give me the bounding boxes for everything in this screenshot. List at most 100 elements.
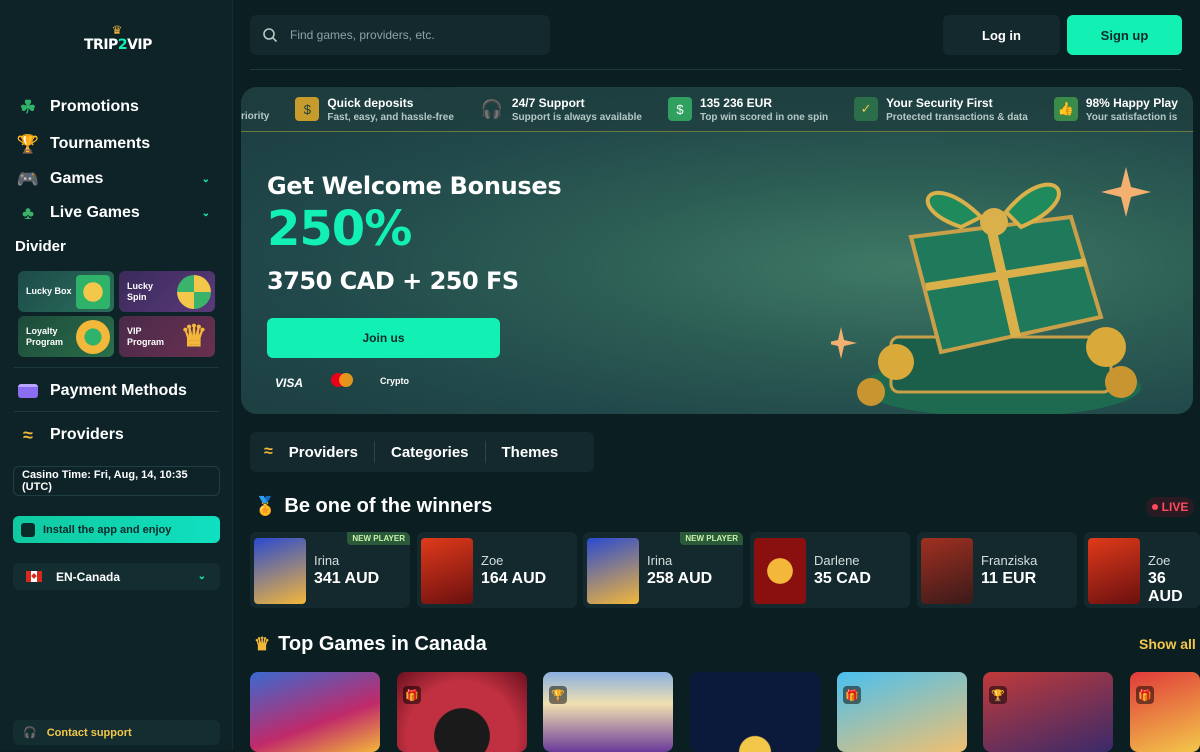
game-tile[interactable]	[690, 672, 820, 752]
sidebar-item-label: Live Games	[50, 204, 140, 221]
tab-providers[interactable]: Providers	[273, 441, 375, 463]
install-app-button[interactable]: Install the app and enjoy	[13, 516, 220, 543]
show-all-link[interactable]: Show all	[1139, 636, 1196, 652]
chevron-down-icon[interactable]: ⌄	[202, 208, 210, 219]
crown-icon: ♛	[254, 634, 271, 654]
ticker-title: 98% Happy Play	[1085, 95, 1178, 110]
winner-amount: 341 AUD	[314, 570, 380, 587]
ticker-title: 24/7 Support	[511, 95, 585, 110]
canada-flag-icon	[26, 571, 42, 582]
ticker-item: 👍 98% Happy Play Your satisfaction is	[1053, 95, 1178, 123]
game-thumbnail	[587, 538, 639, 604]
sidebar-item-payment-methods[interactable]: Payment Methods	[16, 379, 216, 403]
chevron-down-icon: ⌄	[197, 571, 206, 582]
game-tile[interactable]: 🏆	[983, 672, 1113, 752]
banner-title: Get Welcome Bonuses	[267, 172, 562, 200]
winner-card[interactable]: Zoe 164 AUD	[417, 532, 577, 608]
sidebar-item-tournaments[interactable]: 🏆 Tournaments	[16, 132, 216, 156]
providers-icon: ≈	[264, 443, 273, 460]
welcome-banner: riority $ Quick deposits Fast, easy, and …	[241, 87, 1193, 414]
search-bar[interactable]: Find games, providers, etc.	[250, 15, 550, 55]
winner-amount: 36 AUD	[1148, 570, 1183, 605]
ticker-item: ✓ Your Security First Protected transacti…	[854, 96, 1028, 123]
ticker-subtitle: riority	[241, 110, 270, 122]
trophy-icon: 🏆	[549, 686, 567, 704]
section-title-text: Top Games in Canada	[278, 633, 487, 655]
sidebar-item-live-games[interactable]: ♣ Live Games ⌄	[16, 201, 216, 225]
winner-name: Irina	[647, 553, 673, 568]
new-player-badge: NEW PLAYER	[347, 532, 410, 545]
sidebar-item-label: Tournaments	[50, 135, 151, 152]
header-divider	[250, 69, 1182, 70]
game-tile[interactable]: 🎁	[1130, 672, 1200, 752]
headset-icon: 🎧	[480, 98, 504, 119]
new-player-badge: NEW PLAYER	[680, 532, 743, 545]
promo-card-loyalty-program[interactable]: Loyalty Program	[18, 316, 114, 357]
game-tile[interactable]: 🎁	[397, 672, 527, 752]
divider-label: Divider	[15, 238, 66, 255]
ticker-title: 135 236 EUR	[699, 95, 772, 110]
clover-icon: ☘	[19, 96, 37, 117]
sidebar-item-label: Payment Methods	[50, 382, 187, 399]
mastercard-logo	[331, 373, 353, 390]
site-logo[interactable]: ♛ TRIP2VIP	[84, 24, 152, 68]
sidebar-item-label: Providers	[50, 426, 124, 443]
promo-card-label: Lucky Box	[26, 286, 72, 296]
wheel-icon	[177, 275, 211, 309]
sidebar-item-label: Promotions	[50, 98, 139, 115]
credit-card-icon	[16, 379, 40, 403]
contact-support-label: Contact support	[46, 726, 132, 739]
search-input[interactable]: Find games, providers, etc.	[290, 28, 435, 42]
app-icon	[21, 522, 35, 537]
game-tile[interactable]	[250, 672, 380, 752]
winner-amount: 258 AUD	[647, 570, 713, 587]
divider	[14, 411, 219, 412]
game-tile[interactable]: 🎁	[837, 672, 967, 752]
gamepad-icon: 🎮	[16, 168, 40, 189]
sidebar-item-games[interactable]: 🎮 Games ⌄	[16, 167, 216, 191]
winner-card[interactable]: NEW PLAYER Irina 341 AUD	[250, 532, 410, 608]
tab-themes[interactable]: Themes	[486, 441, 575, 463]
login-button[interactable]: Log in	[943, 15, 1060, 55]
live-label: LIVE	[1161, 500, 1189, 514]
join-us-button[interactable]: Join us	[267, 318, 500, 358]
sidebar-item-providers[interactable]: ≈ Providers	[16, 423, 216, 447]
winner-card[interactable]: Franziska 11 EUR	[917, 532, 1077, 608]
gift-icon: 🎁	[843, 686, 861, 704]
winner-card[interactable]: Darlene 35 CAD	[750, 532, 910, 608]
language-select[interactable]: EN-Canada ⌄	[13, 563, 220, 590]
divider	[14, 367, 219, 368]
winner-name: Zoe	[481, 553, 504, 568]
promo-card-vip-program[interactable]: VIP Program ♛	[119, 316, 215, 357]
game-thumbnail	[1088, 538, 1140, 604]
ticker-item: 🎧 24/7 Support Support is always availabl…	[480, 96, 642, 123]
clubs-icon: ♣	[22, 202, 34, 223]
live-badge: LIVE	[1146, 497, 1194, 517]
trophy-icon: 🏆	[16, 133, 40, 154]
dollar-icon: $	[295, 97, 320, 121]
sidebar-item-promotions[interactable]: ☘ Promotions	[16, 95, 216, 119]
winner-name: Irina	[314, 553, 340, 568]
chevron-down-icon[interactable]: ⌄	[202, 174, 210, 185]
top-games-section-title: ♛ Top Games in Canada	[254, 633, 487, 656]
contact-support-button[interactable]: 🎧 Contact support	[13, 720, 220, 745]
tab-categories[interactable]: Categories	[375, 441, 486, 463]
signup-button[interactable]: Sign up	[1067, 15, 1182, 55]
tab-label: Themes	[501, 443, 559, 461]
section-title-text: Be one of the winners	[284, 495, 493, 517]
game-tile[interactable]: 🏆	[543, 672, 673, 752]
winner-amount: 164 AUD	[481, 570, 547, 587]
winner-card[interactable]: Zoe 36 AUD	[1084, 532, 1200, 608]
promo-card-lucky-spin[interactable]: Lucky Spin	[119, 271, 215, 312]
trophy-icon: 🏆	[989, 686, 1007, 704]
game-thumbnail	[921, 538, 973, 604]
ticker-item: $ 135 236 EUR Top win scored in one spin	[667, 95, 828, 123]
medal-icon: 🏅	[254, 496, 277, 516]
ticker-title: Your Security First	[886, 95, 993, 110]
tab-label: Providers	[288, 443, 358, 461]
gift-box-illustration	[831, 167, 1151, 414]
casino-time-text: Casino Time: Fri, Aug, 14, 10:35 (UTC)	[22, 469, 188, 493]
winner-card[interactable]: NEW PLAYER Irina 258 AUD	[583, 532, 743, 608]
install-app-label: Install the app and enjoy	[43, 523, 172, 536]
promo-card-lucky-box[interactable]: Lucky Box	[18, 271, 114, 312]
